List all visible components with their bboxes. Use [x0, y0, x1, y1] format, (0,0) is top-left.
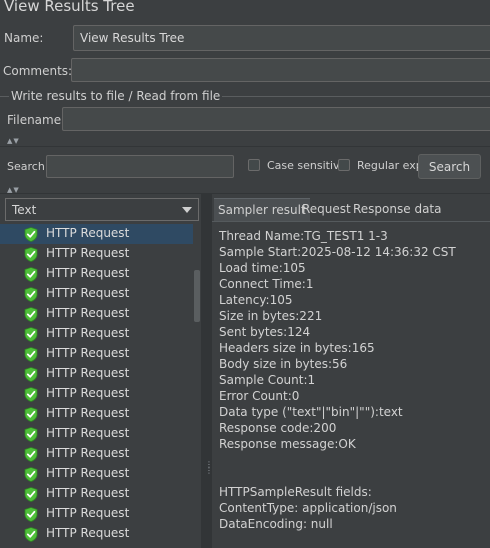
result-line: Latency:105	[219, 293, 293, 307]
result-line: Sent bytes:124	[219, 325, 311, 339]
result-line: Data type ("text"|"bin"|""):text	[219, 405, 403, 419]
result-line: Size in bytes:221	[219, 309, 323, 323]
result-line: ContentType: application/json	[219, 501, 397, 515]
result-line: Headers size in bytes:165	[219, 341, 375, 355]
result-line: Body size in bytes:56	[219, 357, 348, 371]
result-line: Sample Start:2025-08-12 14:36:32 CST	[219, 245, 456, 259]
result-line: Connect Time:1	[219, 277, 314, 291]
result-line: Load time:105	[219, 261, 306, 275]
result-line: HTTPSampleResult fields:	[219, 485, 372, 499]
result-line: DataEncoding: null	[219, 517, 333, 531]
result-line: Response message:OK	[219, 437, 356, 451]
result-line: Sample Count:1	[219, 373, 316, 387]
result-line: Error Count:0	[219, 389, 300, 403]
result-line: Thread Name:TG_TEST1 1-3	[219, 229, 388, 243]
result-line: Response code:200	[219, 421, 337, 435]
sampler-result-panel: Thread Name:TG_TEST1 1-3 Sample Start:202…	[0, 0, 490, 548]
